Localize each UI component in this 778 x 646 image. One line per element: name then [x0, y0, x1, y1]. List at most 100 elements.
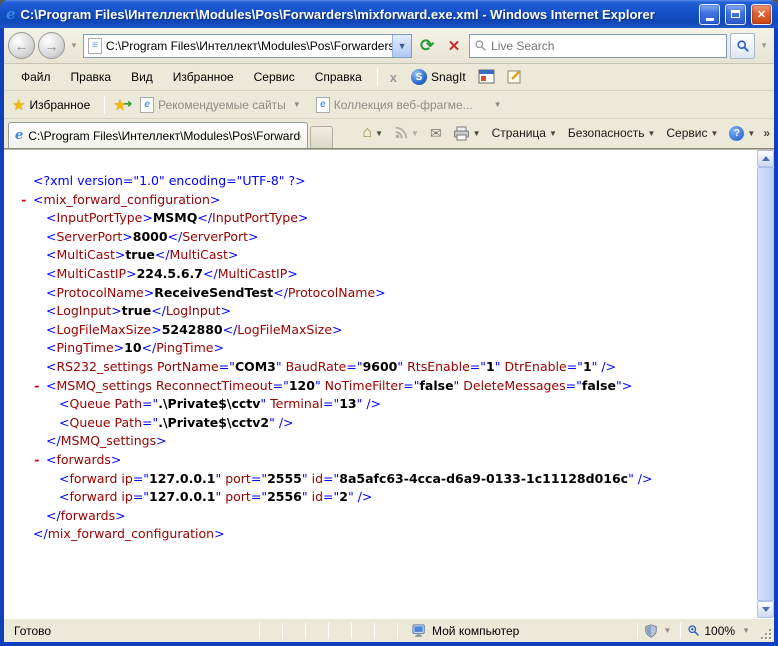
xml-name: NoTimeFilter: [321, 378, 404, 393]
xml-markup: </: [46, 433, 61, 448]
refresh-button[interactable]: ⟳: [415, 33, 439, 59]
menu-help[interactable]: Справка: [306, 67, 371, 87]
xml-name: InputPortType: [56, 210, 142, 225]
collapse-toggle[interactable]: -: [33, 451, 46, 470]
xml-name: PingTime: [56, 340, 113, 355]
xml-name: Path: [111, 415, 142, 430]
search-input[interactable]: [491, 39, 722, 53]
home-button[interactable]: ⌂ ▼: [357, 122, 388, 144]
xml-value: 120: [289, 378, 315, 393]
print-button[interactable]: ▼: [448, 123, 486, 144]
address-bar[interactable]: ≡ C:\Program Files\Интеллект\Modules\Pos…: [83, 34, 412, 58]
xml-name: forward: [69, 471, 117, 486]
print-dropdown-icon[interactable]: ▼: [473, 129, 481, 138]
xml-markup: <: [46, 340, 56, 355]
xml-name: forwards: [61, 508, 115, 523]
address-text[interactable]: C:\Program Files\Интеллект\Modules\Pos\F…: [106, 39, 392, 53]
xml-name: MultiCastIP: [56, 266, 126, 281]
add-favorite-button[interactable]: ★ ➜: [113, 96, 132, 114]
snagit-button[interactable]: S SnagIt: [405, 69, 472, 85]
scroll-up-button[interactable]: [757, 150, 774, 167]
page-content: <?xml version="1.0" encoding="UTF-8" ?>-…: [4, 149, 774, 618]
favorites-button[interactable]: Избранное: [29, 98, 96, 112]
scrollbar-thumb[interactable]: [757, 167, 774, 601]
xml-line: <RS232_settings PortName="COM3" BaudRate…: [20, 358, 757, 377]
favorites-star-icon: ★: [12, 96, 25, 114]
new-tab-button[interactable]: [310, 126, 333, 148]
xml-markup: <: [33, 192, 43, 207]
suggested-sites-icon: e: [140, 97, 154, 113]
back-button[interactable]: ←: [8, 32, 35, 59]
collapse-toggle[interactable]: -: [20, 191, 33, 210]
xml-markup: <: [59, 415, 69, 430]
search-go-icon: [736, 39, 750, 53]
snagit-capture-window-button[interactable]: [478, 69, 496, 85]
resize-grip[interactable]: [759, 627, 772, 640]
xml-name: ProtocolName: [288, 285, 375, 300]
xml-value: 8000: [133, 229, 168, 244]
address-dropdown-button[interactable]: ▼: [392, 35, 411, 57]
web-slices-button[interactable]: e Коллекция веб-фрагме... ▼: [312, 97, 509, 113]
page-menu-button[interactable]: Страница ▼: [487, 123, 562, 143]
xml-markup: >: [228, 247, 238, 262]
menu-view[interactable]: Вид: [122, 67, 162, 87]
my-computer-icon: [412, 624, 427, 638]
xml-markup: >: [287, 266, 297, 281]
xml-name: PingTime: [156, 340, 213, 355]
xml-value: 2556: [267, 489, 302, 504]
minimize-button[interactable]: [699, 4, 720, 25]
security-menu-button[interactable]: Безопасность ▼: [563, 123, 660, 143]
active-tab[interactable]: e C:\Program Files\Интеллект\Modules\Pos…: [8, 122, 308, 148]
snagit-edit-button[interactable]: [506, 69, 524, 85]
suggested-sites-button[interactable]: e Рекомендуемые сайты ▼: [136, 97, 308, 113]
xml-name: ip: [117, 471, 132, 486]
xml-value: MSMQ: [153, 210, 198, 225]
xml-name: Path: [111, 396, 142, 411]
scroll-down-button[interactable]: [757, 601, 774, 618]
zoom-magnifier-icon: [687, 624, 700, 637]
xml-line: <InputPortType>MSMQ</InputPortType>: [20, 209, 757, 228]
home-dropdown-icon[interactable]: ▼: [375, 129, 383, 138]
toolbar-separator: [377, 68, 378, 86]
search-box[interactable]: [469, 34, 727, 58]
xml-markup: >: [210, 192, 220, 207]
history-dropdown-icon[interactable]: ▼: [68, 41, 80, 50]
zoom-control[interactable]: 100% ▼: [687, 624, 757, 638]
xml-markup: >: [298, 210, 308, 225]
xml-value: true: [125, 247, 155, 262]
minimize-icon: [706, 18, 714, 21]
xml-line: <Queue Path=".\Private$\cctv" Terminal="…: [20, 395, 757, 414]
collapse-toggle[interactable]: -: [33, 377, 46, 396]
close-toolbar-button[interactable]: x: [384, 70, 403, 85]
forward-button[interactable]: →: [38, 32, 65, 59]
search-go-button[interactable]: [730, 33, 755, 59]
menu-favorites[interactable]: Избранное: [164, 67, 243, 87]
toolbar-overflow-button[interactable]: »: [763, 126, 770, 140]
xml-markup: </: [223, 322, 238, 337]
menu-edit[interactable]: Правка: [62, 67, 121, 87]
tools-menu-button[interactable]: Сервис ▼: [661, 123, 723, 143]
xml-name: MSMQ_settings: [61, 433, 156, 448]
xml-value: 1: [486, 359, 495, 374]
vertical-scrollbar[interactable]: [757, 150, 774, 618]
menu-file[interactable]: Файл: [12, 67, 60, 87]
read-mail-button[interactable]: ✉: [425, 122, 447, 145]
xml-markup: >: [126, 266, 136, 281]
xml-markup: =": [323, 489, 339, 504]
search-options-dropdown-icon[interactable]: ▼: [758, 41, 770, 50]
xml-markup: <: [46, 285, 56, 300]
feeds-button[interactable]: ▼: [389, 123, 424, 143]
protected-mode-button[interactable]: ▼: [644, 624, 674, 638]
window-capture-icon: [478, 69, 496, 85]
client-area: ← → ▼ ≡ C:\Program Files\Интеллект\Modul…: [4, 28, 774, 642]
xml-markup: =": [133, 489, 149, 504]
help-button[interactable]: ? ▼: [724, 123, 760, 144]
menu-tools[interactable]: Сервис: [245, 67, 304, 87]
stop-button[interactable]: ✕: [442, 33, 466, 59]
xml-markup: </: [33, 526, 48, 541]
xml-value: 9600: [363, 359, 398, 374]
xml-markup: =": [346, 359, 362, 374]
tab-title: C:\Program Files\Интеллект\Modules\Pos\F…: [28, 129, 301, 143]
close-button[interactable]: ✕: [751, 4, 772, 25]
maximize-button[interactable]: [725, 4, 746, 25]
